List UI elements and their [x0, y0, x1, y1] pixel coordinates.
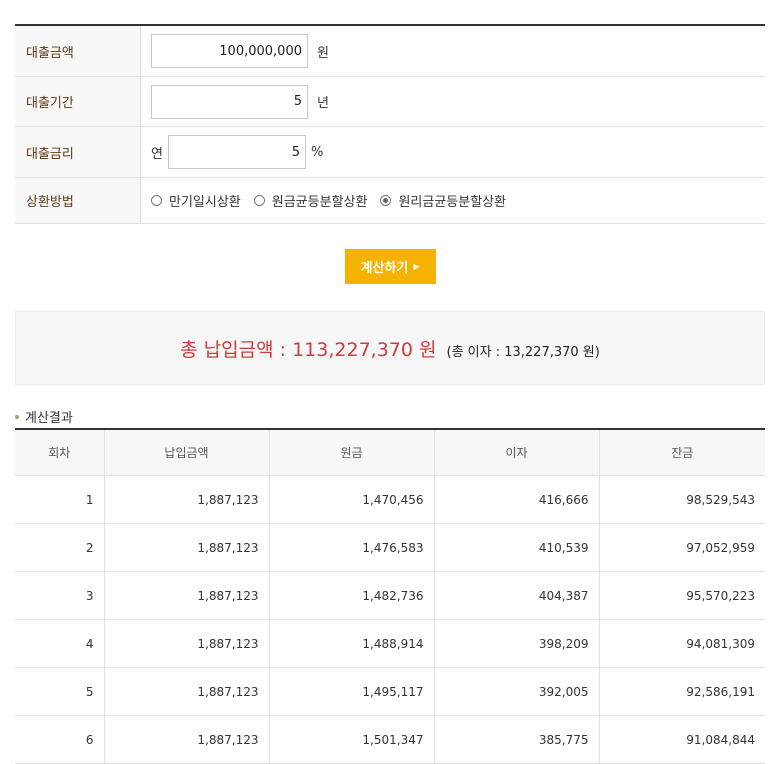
- amount-label: 대출금액: [15, 26, 141, 76]
- method-option-equal-principal[interactable]: 원금균등분할상환: [253, 191, 368, 210]
- loan-calculator: 대출금액 원 대출기간 년 대출금리 연 % 상환방법: [15, 24, 765, 764]
- result-title: 계산결과: [25, 411, 73, 426]
- cell-round: 5: [15, 667, 104, 716]
- table-row: 5 1,887,123 1,495,117 392,005 92,586,191: [15, 667, 765, 716]
- col-header-payment: 납입금액: [103, 430, 269, 476]
- summary-box: 총 납입금액 : 113,227,370 원 (총 이자 : 13,227,37…: [15, 311, 765, 385]
- table-row: 3 1,887,123 1,482,736 404,387 95,570,223: [15, 571, 765, 620]
- cell-balance: 98,529,543: [598, 475, 765, 524]
- cell-interest: 385,775: [433, 715, 599, 764]
- cell-round: 3: [15, 571, 104, 620]
- cell-interest: 392,005: [433, 667, 599, 716]
- method-row: 상환방법 만기일시상환 원금균등분할상환 원리금균등분할상환: [15, 178, 765, 224]
- amount-row: 대출금액 원: [15, 26, 765, 77]
- cell-balance: 95,570,223: [598, 571, 765, 620]
- cell-balance: 94,081,309: [598, 619, 765, 668]
- period-label: 대출기간: [15, 77, 141, 126]
- radio-equal-installment[interactable]: [380, 195, 392, 206]
- radio-equal-principal[interactable]: [253, 195, 265, 206]
- period-input[interactable]: [151, 84, 308, 119]
- cell-principal: 1,488,914: [268, 619, 434, 668]
- result-heading: 계산결과: [15, 406, 765, 427]
- rate-prefix: 연: [151, 146, 163, 162]
- cell-payment: 1,887,123: [103, 619, 269, 668]
- calculate-button[interactable]: 계산하기 ▶: [344, 248, 436, 284]
- loan-form: 대출금액 원 대출기간 년 대출금리 연 % 상환방법: [15, 24, 765, 224]
- cell-round: 2: [15, 523, 104, 572]
- cell-balance: 97,052,959: [598, 523, 765, 572]
- col-header-interest: 이자: [433, 430, 599, 476]
- cell-interest: 398,209: [433, 619, 599, 668]
- cell-payment: 1,887,123: [103, 475, 269, 524]
- cell-principal: 1,470,456: [268, 475, 434, 524]
- method-label: 상환방법: [15, 178, 141, 223]
- table-row: 6 1,887,123 1,501,347 385,775 91,084,844: [15, 715, 765, 764]
- period-unit: 년: [317, 96, 329, 111]
- result-table: 회차 납입금액 원금 이자 잔금 1 1,887,123 1,470,456 4…: [15, 430, 765, 764]
- cell-interest: 404,387: [433, 571, 599, 620]
- cell-payment: 1,887,123: [103, 523, 269, 572]
- result-table-wrap: 회차 납입금액 원금 이자 잔금 1 1,887,123 1,470,456 4…: [15, 428, 765, 764]
- cell-principal: 1,476,583: [268, 523, 434, 572]
- col-header-balance: 잔금: [598, 430, 765, 476]
- cell-payment: 1,887,123: [103, 571, 269, 620]
- method-option-label: 원금균등분할상환: [271, 195, 368, 210]
- period-row: 대출기간 년: [15, 77, 765, 127]
- total-payment: 총 납입금액 : 113,227,370 원: [180, 338, 437, 361]
- cell-balance: 92,586,191: [598, 667, 765, 716]
- rate-unit: %: [310, 144, 324, 160]
- cell-round: 6: [15, 715, 104, 764]
- method-option-equal-installment[interactable]: 원리금균등분할상환: [380, 191, 506, 210]
- cell-principal: 1,495,117: [268, 667, 434, 716]
- table-row: 4 1,887,123 1,488,914 398,209 94,081,309: [15, 619, 765, 668]
- cell-round: 4: [15, 619, 104, 668]
- cell-interest: 410,539: [433, 523, 599, 572]
- radio-maturity[interactable]: [151, 195, 162, 206]
- col-header-principal: 원금: [268, 430, 434, 476]
- calculate-button-label: 계산하기: [360, 260, 409, 276]
- cell-interest: 416,666: [433, 475, 599, 524]
- amount-input[interactable]: [151, 34, 308, 68]
- arrow-right-icon: ▶: [413, 261, 420, 271]
- cell-payment: 1,887,123: [103, 667, 269, 716]
- method-option-label: 원리금균등분할상환: [398, 195, 507, 210]
- method-option-maturity[interactable]: 만기일시상환: [151, 191, 241, 210]
- rate-input[interactable]: [167, 135, 306, 169]
- rate-label: 대출금리: [15, 127, 141, 177]
- table-header-row: 회차 납입금액 원금 이자 잔금: [15, 430, 765, 476]
- bullet-icon: [15, 414, 19, 419]
- total-interest: (총 이자 : 13,227,370 원): [446, 344, 600, 360]
- amount-unit: 원: [317, 45, 329, 61]
- table-row: 2 1,887,123 1,476,583 410,539 97,052,959: [15, 523, 765, 572]
- table-row: 1 1,887,123 1,470,456 416,666 98,529,543: [15, 475, 765, 524]
- cell-payment: 1,887,123: [103, 715, 269, 764]
- col-header-round: 회차: [15, 430, 104, 476]
- method-option-label: 만기일시상환: [169, 195, 241, 210]
- cell-principal: 1,501,347: [268, 715, 434, 764]
- rate-row: 대출금리 연 %: [15, 127, 765, 178]
- cell-principal: 1,482,736: [268, 571, 434, 620]
- cell-round: 1: [15, 475, 104, 524]
- cell-balance: 91,084,844: [598, 715, 765, 764]
